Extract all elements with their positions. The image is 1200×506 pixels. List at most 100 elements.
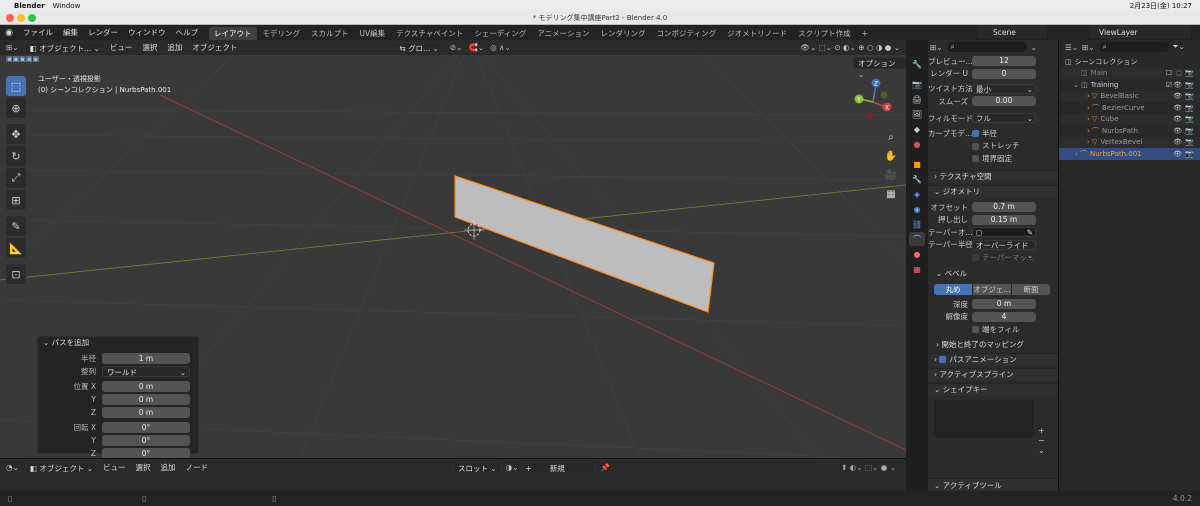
bevel-tab-profile[interactable]: 断面 [1012,283,1050,295]
operator-panel-header[interactable]: ⌄ パスを追加 [38,337,198,349]
taper-map-checkbox[interactable]: テーパーマッ... [972,252,1034,263]
op-rot-x-field[interactable]: 0° [102,421,190,433]
select-box-tool-icon[interactable]: ⬚ [6,76,26,96]
filter-icon[interactable]: ⏷⌄ [1173,42,1185,52]
cursor-tool-icon[interactable]: ⊕ [6,98,26,118]
props-options-icon[interactable]: ⌄ [1031,43,1037,52]
render-icon[interactable]: 📷 [1185,150,1194,158]
grid-perspective-icon[interactable]: ▦ [883,185,899,204]
active-tool-section[interactable]: ⌄ アクティブツール [928,478,1058,491]
tab-uv[interactable]: UV編集 [355,27,391,40]
new-button[interactable]: + 新規 [520,461,595,474]
material-icon[interactable]: ◑⌄ [506,463,519,472]
tab-scripting[interactable]: スクリプト作成 [793,27,856,40]
exclude-checkbox-icon[interactable]: ☐ [1166,69,1172,77]
op-loc-x-field[interactable]: 0 m [102,380,190,392]
measure-tool-icon[interactable]: 📐 [6,238,26,258]
pivot-icon[interactable]: ⊘⌄ [450,43,463,52]
shape-key-menu-icon[interactable]: ⌄ [1038,446,1045,456]
add-cube-tool-icon[interactable]: ⊡ [6,264,26,284]
render-icon[interactable]: 📷 [1185,138,1194,146]
prop-smooth-field[interactable]: 0.00 [972,96,1036,106]
pan-hand-icon[interactable]: ✋ [883,147,899,166]
fill-mode-dropdown[interactable]: フル ⌄ [972,113,1036,123]
vp-menu-object[interactable]: オブジェクト [187,40,242,55]
constraints-props-icon[interactable]: ⛓ [909,217,925,231]
blender-logo-icon[interactable]: ◉ [0,28,18,38]
camera-icon[interactable]: 🎥 [883,166,899,185]
snap-icon[interactable]: 🧲⌄ [468,43,484,52]
editor-type-icon[interactable]: ⊞⌄ [6,43,19,52]
zoom-icon[interactable]: ⌕ [883,128,899,147]
3d-viewport[interactable]: ⬚ ⊕ ✥ ↻ ⤢ ⊞ ✎ 📐 ⊡ ユーザー・透視投影 (0) シーンコレクショ… [0,40,906,458]
prop-preview-u-field[interactable]: 12 [972,56,1036,66]
display-mode-icon[interactable]: ⊞⌄ [1082,43,1095,52]
prop-resolution-field[interactable]: 4 [972,311,1036,322]
render-icon[interactable]: 📷 [1185,127,1194,135]
operator-panel[interactable]: ⌄ パスを追加 半径 1 m 整列 ワールド ⌄ 位置 X0 m Y0 m Z0 m … [37,336,199,458]
minimize-window-button[interactable] [17,14,25,22]
op-align-dropdown[interactable]: ワールド ⌄ [102,365,190,377]
bevel-tab-object[interactable]: オブジェ... [973,283,1011,295]
scene-selector[interactable]: Scene [978,26,1046,38]
vp-menu-select[interactable]: 選択 [137,40,162,55]
tab-sculpt[interactable]: スカルプト [306,27,354,40]
tl-menu-node[interactable]: ノード [181,460,214,475]
visibility-icon[interactable]: 👁 [1173,138,1182,146]
vp-menu-view[interactable]: ビュー [105,40,138,55]
add-shape-key-icon[interactable]: + [1038,426,1045,436]
transform-orientation-dropdown[interactable]: ⇆ グロ... ⌄ [394,41,444,54]
close-window-button[interactable] [6,14,14,22]
render-icon[interactable]: 📷 [1185,104,1194,112]
prop-extrude-field[interactable]: 0.15 m [972,214,1036,225]
particles-props-icon[interactable]: ◈ [909,187,925,201]
render-props-icon[interactable]: 📷 [909,77,925,91]
outliner-editor-icon[interactable]: ☰⌄ [1065,43,1078,52]
annotate-tool-icon[interactable]: ✎ [6,216,26,236]
visibility-icon[interactable]: 👁 [1173,150,1182,158]
view-layer-props-icon[interactable]: 🖼 [909,107,925,121]
menu-help[interactable]: ヘルプ [171,25,204,40]
visibility-icon[interactable]: 👁 [1173,92,1182,100]
visibility-icon[interactable]: 👁 [1173,81,1182,89]
geometry-section[interactable]: ⌄ ジオメトリ [928,184,1058,198]
render-icon[interactable]: 📷 [1185,69,1194,77]
texture-props-icon[interactable]: ▦ [909,262,925,276]
physics-props-icon[interactable]: ◉ [909,202,925,216]
texture-space-section[interactable]: › テクスチャ空間 [928,169,1058,183]
bevel-tab-round[interactable]: 丸め [934,283,972,295]
zoom-window-button[interactable] [28,14,36,22]
prop-offset-field[interactable]: 0.7 m [972,202,1036,212]
mapping-subpanel-header[interactable]: › 開始と終了のマッピング [928,339,1058,351]
slot-dropdown[interactable]: スロット ⌄ [453,461,502,474]
op-rot-z-field[interactable]: 0° [102,447,190,458]
outliner-item-training[interactable]: ⌄ ◫ Training ☑ 👁 📷 [1059,79,1200,91]
tab-rendering[interactable]: レンダリング [596,27,651,40]
fill-caps-checkbox[interactable]: 端をフィル [972,324,1019,335]
bevel-subpanel-header[interactable]: ⌄ ベベル [928,268,1058,280]
transform-tool-icon[interactable]: ⊞ [6,190,26,210]
options-button[interactable]: オプション ⌄ [853,57,906,79]
visibility-icon[interactable]: ◌ [1176,69,1182,77]
radius-checkbox[interactable]: 半径 [972,128,997,139]
outliner-item-nurbspath-001[interactable]: › ⌒ NurbsPath.001 👁 📷 [1059,148,1200,160]
render-icon[interactable]: 📷 [1185,81,1194,89]
shape-keys-list[interactable] [934,399,1034,438]
curve-data-props-icon[interactable]: ⌒ [909,232,925,246]
outliner-item-main[interactable]: ◫ Main ☐ ◌ 📷 [1059,67,1200,79]
scene-props-icon[interactable]: ◆ [909,122,925,136]
props-search-input[interactable]: ⌕ [946,42,1027,52]
add-workspace-button[interactable]: + [857,27,873,40]
visibility-icon[interactable]: 👁 [1173,104,1182,112]
outliner-item-beziercurve[interactable]: › ⌒ BezierCurve 👁 📷 [1059,102,1200,114]
outliner-item-bevelbasic[interactable]: › ▽ BevelBasic 👁 📷 [1059,90,1200,102]
tab-geometry-nodes[interactable]: ジオメトリノード [722,27,792,40]
bounds-clamp-checkbox[interactable]: 境界固定 [972,153,1012,164]
menu-render[interactable]: レンダー [83,25,123,40]
tab-modeling[interactable]: モデリング [258,27,306,40]
app-menu[interactable]: Blender [14,2,45,10]
move-tool-icon[interactable]: ✥ [6,124,26,144]
stretch-checkbox[interactable]: ストレッチ [972,140,1020,151]
remove-shape-key-icon[interactable]: − [1038,436,1045,446]
prop-render-u-field[interactable]: 0 [972,68,1036,79]
